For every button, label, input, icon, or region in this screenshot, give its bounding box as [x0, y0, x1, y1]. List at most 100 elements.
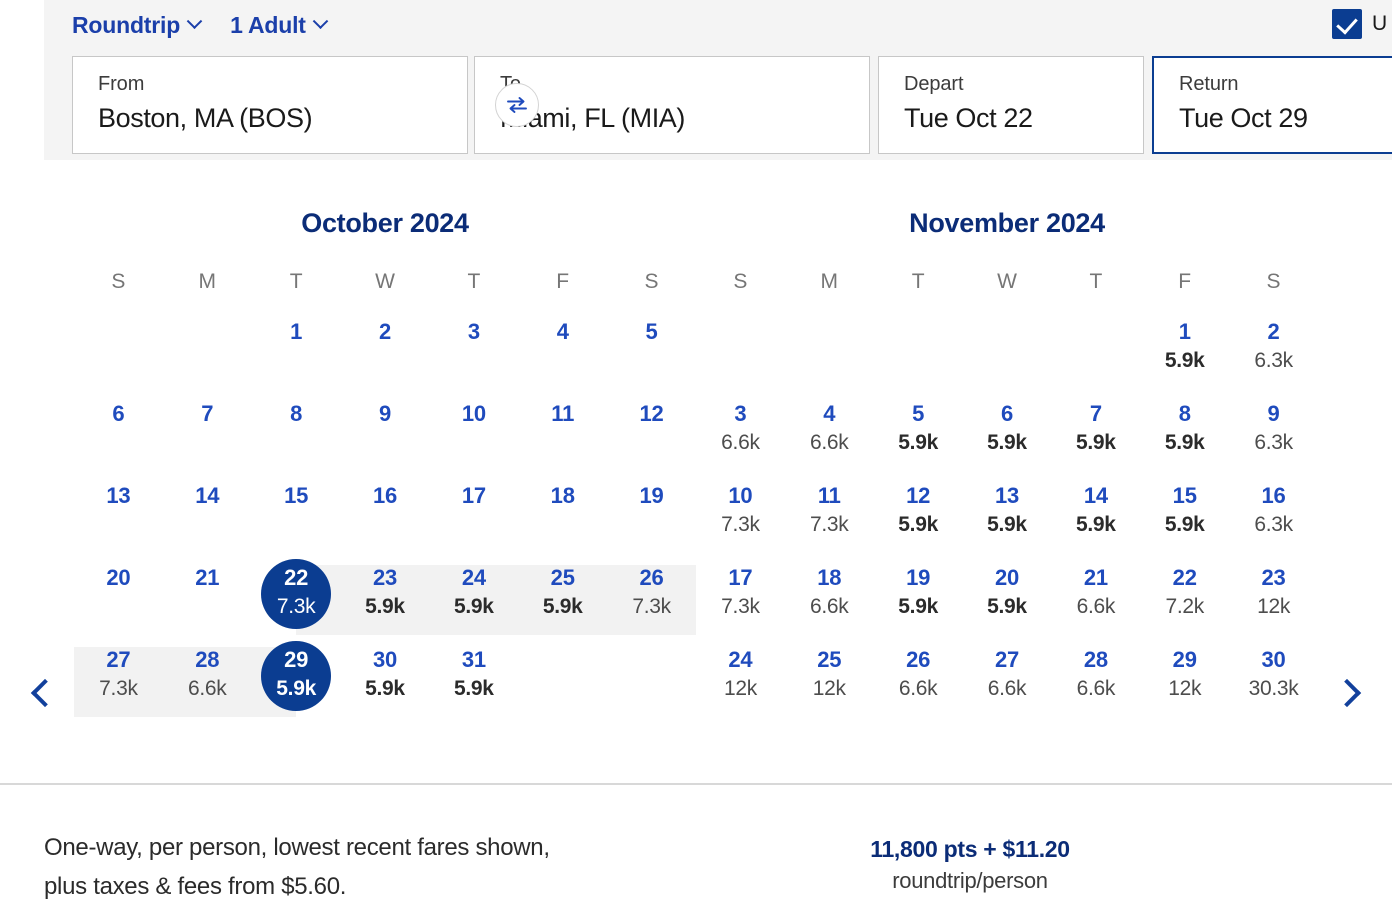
calendar-day[interactable]: 7: [163, 395, 252, 477]
calendar-day-number: 13: [994, 483, 1020, 508]
calendar-day[interactable]: 16 6.3k: [1229, 477, 1318, 559]
calendar-day-number: 26: [906, 647, 931, 672]
day-of-week-header: SMTWTFS: [74, 269, 696, 295]
calendar-day[interactable]: 3: [429, 313, 518, 395]
calendar-day[interactable]: 8: [252, 395, 341, 477]
calendar-day[interactable]: 10 7.3k: [696, 477, 785, 559]
fare-disclaimer: One-way, per person, lowest recent fares…: [44, 828, 550, 906]
origin-field[interactable]: From Boston, MA (BOS): [72, 56, 468, 154]
calendar-day[interactable]: 5: [607, 313, 696, 395]
swap-airports-button[interactable]: [495, 83, 539, 127]
trip-type-label: Roundtrip: [72, 12, 181, 38]
search-fields-row: From Boston, MA (BOS) To Miami, FL (MIA)…: [72, 56, 1392, 154]
use-points-toggle[interactable]: U: [1332, 9, 1392, 39]
return-date-field[interactable]: Return Tue Oct 29: [1152, 56, 1392, 154]
calendar-day[interactable]: 5 5.9k: [874, 395, 963, 477]
calendar-day[interactable]: 28 6.6k: [1051, 641, 1140, 723]
calendar-day-price: 5.9k: [1164, 349, 1205, 372]
calendar-day-number: 11: [817, 483, 841, 508]
calendar-day[interactable]: 4: [518, 313, 607, 395]
calendar-day[interactable]: 27 6.6k: [963, 641, 1052, 723]
calendar-day[interactable]: 16: [341, 477, 430, 559]
calendar-day[interactable]: 11: [518, 395, 607, 477]
calendar-day-number: 16: [372, 483, 398, 508]
calendar-day[interactable]: 28 6.6k: [163, 641, 252, 723]
calendar-day[interactable]: 2: [341, 313, 430, 395]
week-row: 3 6.6k 4 6.6k 5 5.9k 6 5.9k 7 5.9k 8 5.9k 9 6.3k: [696, 395, 1318, 477]
week-row: 1 5.9k 2 6.3k: [696, 313, 1318, 395]
calendar-day[interactable]: 24 5.9k: [429, 559, 518, 641]
calendar-day-price: 6.6k: [721, 431, 760, 454]
week-row: 10 7.3k 11 7.3k 12 5.9k 13 5.9k 14 5.9k 15 5.9k 16 6.…: [696, 477, 1318, 559]
calendar-day[interactable]: 12: [607, 395, 696, 477]
calendar-day[interactable]: 14: [163, 477, 252, 559]
trip-type-dropdown[interactable]: Roundtrip: [72, 10, 203, 40]
calendar-day[interactable]: 4 6.6k: [785, 395, 874, 477]
calendar-day[interactable]: 26 7.3k: [607, 559, 696, 641]
calendar-day-number: 25: [550, 565, 575, 590]
calendar-day[interactable]: 30 30.3k: [1229, 641, 1318, 723]
calendar-day[interactable]: 10: [429, 395, 518, 477]
calendar-day[interactable]: 23 12k: [1229, 559, 1318, 641]
calendar-day-selected[interactable]: 29 5.9k: [252, 641, 341, 723]
calendar-day[interactable]: 1: [252, 313, 341, 395]
calendar-day[interactable]: 20 5.9k: [963, 559, 1052, 641]
calendar-day[interactable]: 21: [163, 559, 252, 641]
calendar-day[interactable]: 15: [252, 477, 341, 559]
calendar-day-number: 2: [378, 319, 392, 344]
calendar-day-price: 6.3k: [1254, 349, 1293, 372]
calendar-day-number: 7: [201, 401, 214, 426]
calendar-day[interactable]: 9: [341, 395, 430, 477]
calendar-day[interactable]: 9 6.3k: [1229, 395, 1318, 477]
calendar-day[interactable]: 25 5.9k: [518, 559, 607, 641]
calendar-day[interactable]: 25 12k: [785, 641, 874, 723]
calendar-day-number: 5: [912, 401, 925, 426]
calendar-day[interactable]: 15 5.9k: [1140, 477, 1229, 559]
calendar-day-number: 28: [195, 647, 220, 672]
calendar-day[interactable]: 19: [607, 477, 696, 559]
calendar-day-selected[interactable]: 22 7.3k: [252, 559, 341, 641]
month-october: October 2024 S M T W T F S 1 2 3 4 5 6 7 8 9 10 11 12 13 14 15…: [74, 160, 696, 723]
calendar-day[interactable]: 27 7.3k: [74, 641, 163, 723]
calendar-day[interactable]: 2 6.3k: [1229, 313, 1318, 395]
calendar-day[interactable]: 17: [429, 477, 518, 559]
calendar-day[interactable]: 21 6.6k: [1051, 559, 1140, 641]
calendar-day-number: 27: [106, 647, 131, 672]
calendar-day[interactable]: 7 5.9k: [1051, 395, 1140, 477]
calendar-day-price: 5.9k: [898, 513, 938, 536]
calendar-day[interactable]: 3 6.6k: [696, 395, 785, 477]
calendar-day[interactable]: 12 5.9k: [874, 477, 963, 559]
calendar-day-number: 6: [112, 401, 125, 426]
calendar-day-number: 4: [823, 401, 836, 426]
calendar-day[interactable]: 23 5.9k: [341, 559, 430, 641]
calendar-day[interactable]: 13 5.9k: [963, 477, 1052, 559]
calendar-day[interactable]: 8 5.9k: [1140, 395, 1229, 477]
calendar-day[interactable]: 11 7.3k: [785, 477, 874, 559]
depart-date-field[interactable]: Depart Tue Oct 22: [878, 56, 1144, 154]
calendar-day[interactable]: 14 5.9k: [1051, 477, 1140, 559]
calendar-day[interactable]: 17 7.3k: [696, 559, 785, 641]
calendar-day[interactable]: 13: [74, 477, 163, 559]
calendar-day[interactable]: 26 6.6k: [874, 641, 963, 723]
calendar-day[interactable]: 18 6.6k: [785, 559, 874, 641]
calendar-day-number: 12: [906, 483, 931, 508]
calendar-day[interactable]: 1 5.9k: [1140, 313, 1229, 395]
calendar-day[interactable]: 6 5.9k: [963, 395, 1052, 477]
calendar-day[interactable]: 30 5.9k: [341, 641, 430, 723]
calendar-day[interactable]: 18: [518, 477, 607, 559]
calendar-day-number: 22: [1172, 565, 1197, 590]
calendar-day[interactable]: 19 5.9k: [874, 559, 963, 641]
calendar-day-price: 6.6k: [810, 431, 849, 454]
calendar-day[interactable]: 20: [74, 559, 163, 641]
calendar-day[interactable]: 24 12k: [696, 641, 785, 723]
calendar-day[interactable]: 6: [74, 395, 163, 477]
use-points-checkbox[interactable]: [1332, 9, 1362, 39]
calendar-day[interactable]: 29 12k: [1140, 641, 1229, 723]
calendar-day[interactable]: 31 5.9k: [429, 641, 518, 723]
calendar-day-number: 9: [378, 401, 392, 426]
day-of-week-label: W: [375, 270, 395, 293]
calendar-day-price: 5.9k: [987, 431, 1027, 454]
passenger-count-dropdown[interactable]: 1 Adult: [230, 10, 329, 40]
calendar-day-price: 5.9k: [987, 513, 1027, 536]
calendar-day[interactable]: 22 7.2k: [1140, 559, 1229, 641]
